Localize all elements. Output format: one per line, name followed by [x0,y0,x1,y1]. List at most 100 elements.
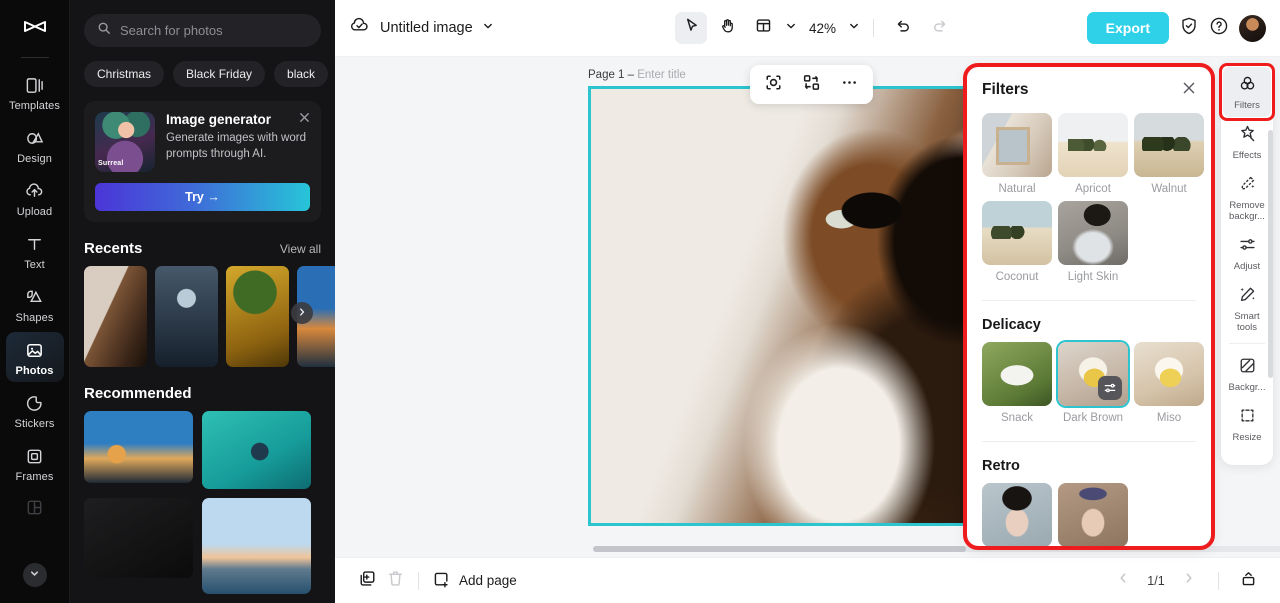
recent-thumbnail[interactable] [226,266,289,367]
filter-thumbnail [1134,342,1204,406]
sidebar-item-design[interactable]: Design [6,120,64,170]
sidebar-item-more[interactable] [6,489,64,523]
tool-remove-background[interactable]: Remove backgr... [1223,167,1271,228]
search-placeholder: Search for photos [120,23,223,38]
close-icon[interactable] [298,111,311,129]
canvas-horizontal-scrollbar[interactable] [593,546,1280,552]
filter-item-natural[interactable]: Natural [982,113,1052,195]
recent-thumbnail[interactable] [84,266,147,367]
expand-rail-button[interactable] [22,563,47,587]
capcut-logo[interactable] [15,13,55,47]
zoom-level[interactable]: 42% [809,21,836,36]
filters-section-divider [982,441,1196,442]
layout-tool-button[interactable] [747,12,779,44]
right-rail-scrollbar[interactable] [1268,130,1273,378]
add-page-button[interactable]: Add page [432,570,517,592]
filter-thumbnail [982,201,1052,265]
filter-item-retro-1[interactable] [982,483,1052,546]
sidebar-item-frames[interactable]: Frames [6,438,64,488]
export-button[interactable]: Export [1086,12,1169,44]
adjust-icon[interactable] [1098,376,1122,400]
filter-label: Snack [1001,412,1033,424]
sidebar-item-photos[interactable]: Photos [5,332,64,382]
filter-thumbnail [982,483,1052,546]
left-icon-rail: Templates Design Upload Text Shapes Phot… [0,0,70,603]
prev-page-button[interactable] [1109,567,1137,595]
user-avatar[interactable] [1239,14,1266,42]
zoom-chevron-down-icon[interactable] [848,19,860,37]
tool-adjust[interactable]: Adjust [1223,228,1271,278]
document-title[interactable]: Untitled image [380,20,473,36]
sidebar-item-stickers[interactable]: Stickers [6,385,64,435]
document-title-chevron-down-icon[interactable] [482,19,494,37]
sidebar-item-upload[interactable]: Upload [6,173,64,223]
more-tool-button[interactable] [835,70,864,99]
recommended-thumbnail[interactable] [202,498,311,594]
recommended-thumbnail[interactable] [84,411,193,483]
sidebar-item-shapes[interactable]: Shapes [6,279,64,329]
right-rail-divider [1229,343,1265,345]
tool-background[interactable]: Backgr... [1223,349,1271,399]
filter-item-coconut[interactable]: Coconut [982,201,1052,283]
more-dots-icon [840,73,859,97]
cloud-saved-icon[interactable] [349,15,370,41]
tool-filters[interactable]: Filters [1223,67,1271,117]
recommended-thumbnail[interactable] [202,411,311,489]
next-page-button[interactable] [1175,567,1203,595]
shield-check-icon[interactable] [1179,16,1199,41]
select-tool-button[interactable] [675,12,707,44]
try-button[interactable]: Try → [95,183,310,211]
filter-item-apricot[interactable]: Apricot [1058,113,1128,195]
filter-item-retro-2[interactable] [1058,483,1128,546]
filter-thumbnail [982,113,1052,177]
filter-item-walnut[interactable]: Walnut [1134,113,1204,195]
recents-next-button[interactable] [291,302,313,324]
sidebar-item-text[interactable]: Text [6,226,64,276]
layout-chevron-down-icon[interactable] [785,19,797,37]
tool-effects[interactable]: Effects [1223,117,1271,167]
view-all-link[interactable]: View all [280,242,321,256]
layout-more-icon [24,496,46,518]
page-title-placeholder[interactable]: Enter title [637,69,686,81]
recommended-thumbnail[interactable] [84,498,193,578]
templates-icon [24,74,46,96]
sidebar-item-label: Text [24,259,45,271]
filters-panel-body[interactable]: Natural Apricot Walnut Coconut Light Ski… [967,113,1211,546]
delete-page-button[interactable] [381,567,409,595]
chevron-down-icon [29,566,40,584]
filter-item-light-skin[interactable]: Light Skin [1058,201,1128,283]
tag-chip[interactable]: Black Friday [173,61,266,87]
replace-tool-button[interactable] [797,70,826,99]
trash-icon [386,569,405,593]
filter-group-title: Retro [982,458,1020,474]
filter-item-snack[interactable]: Snack [982,342,1052,424]
search-input[interactable]: Search for photos [84,14,321,47]
filter-item-miso[interactable]: Miso [1134,342,1204,424]
redo-button[interactable] [923,12,955,44]
help-circle-icon[interactable] [1209,16,1229,41]
tag-chip[interactable]: black [274,61,329,87]
tool-smart-tools[interactable]: Smart tools [1223,278,1271,339]
redo-icon [931,17,948,39]
layout-icon [755,17,772,39]
close-icon[interactable] [1181,80,1197,101]
page-navigator: 1/1 [1109,567,1262,595]
tool-resize[interactable]: Resize [1223,399,1271,449]
hand-tool-button[interactable] [711,12,743,44]
filter-thumbnail [1058,201,1128,265]
sidebar-item-templates[interactable]: Templates [6,67,64,117]
undo-button[interactable] [887,12,919,44]
filter-item-dark-brown[interactable]: Dark Brown [1058,342,1128,424]
tag-chip[interactable]: Christmas [84,61,165,87]
filter-group-title: Delicacy [982,317,1041,333]
upload-icon [24,180,46,202]
recent-thumbnail[interactable] [155,266,218,367]
promo-thumb-tag: Surreal [98,160,124,167]
collapse-panel-button[interactable] [1234,567,1262,595]
editor-bottombar: Add page 1/1 [335,557,1280,603]
filter-label: Apricot [1075,183,1111,195]
duplicate-page-button[interactable] [353,567,381,595]
cutout-tool-button[interactable] [759,70,788,99]
search-icon [97,21,111,40]
recents-section-header: Recents View all [84,240,321,257]
